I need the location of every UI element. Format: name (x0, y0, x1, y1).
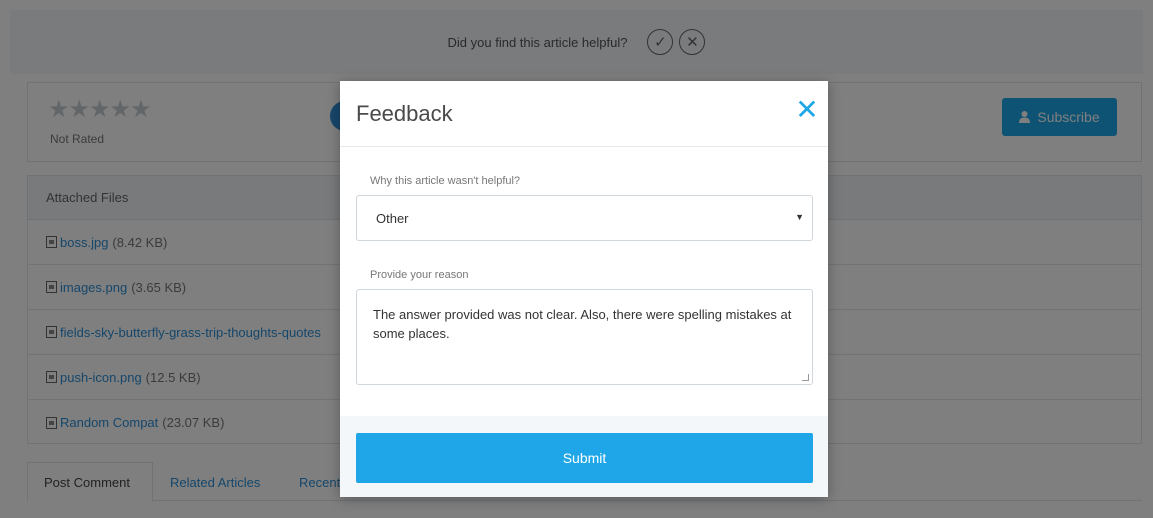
dropdown-arrow-icon: ▼ (795, 212, 804, 222)
resize-handle-icon[interactable] (802, 374, 809, 381)
reason-textarea-value: The answer provided was not clear. Also,… (373, 307, 792, 341)
submit-button[interactable]: Submit (356, 433, 813, 483)
close-icon[interactable]: ✕ (794, 96, 820, 124)
reason-textarea[interactable]: The answer provided was not clear. Also,… (356, 289, 813, 385)
reason-select[interactable]: Other ▼ (356, 195, 813, 241)
modal-title: Feedback (356, 101, 453, 126)
modal-footer: Submit (340, 416, 828, 497)
modal-header: Feedback ✕ (340, 81, 828, 147)
feedback-modal: Feedback ✕ Why this article wasn't helpf… (340, 81, 828, 497)
reason-select-value: Other (376, 210, 409, 226)
reason-label: Why this article wasn't helpful? (370, 175, 521, 187)
comment-label: Provide your reason (370, 269, 469, 281)
